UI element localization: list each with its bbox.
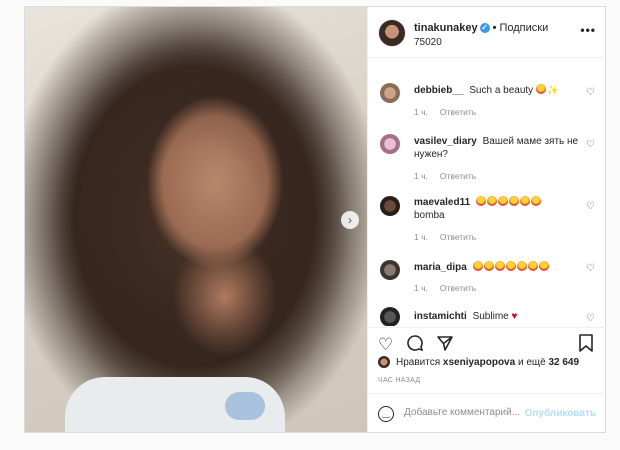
comment-like-icon[interactable]: ♡: [586, 88, 596, 98]
reply-button[interactable]: Ответить: [440, 107, 476, 117]
commenter-avatar[interactable]: [380, 307, 400, 326]
comment-text: Such a beauty: [469, 85, 534, 96]
comment-bubble-icon[interactable]: [406, 334, 424, 357]
post-side-panel: tinakunakey ✓ • Подписки 75020 ••• debbieb_…: [367, 7, 606, 432]
smiling-face-with-heart-eyes-icon: [497, 196, 508, 206]
more-options-icon[interactable]: •••: [580, 23, 596, 37]
sparkles-icon: ✨: [546, 85, 559, 95]
author-avatar[interactable]: [378, 19, 406, 47]
liker-avatar[interactable]: [378, 356, 390, 368]
comment-text: Sublime: [472, 311, 509, 322]
likes-connector: и ещё: [517, 357, 546, 368]
smiling-face-with-heart-eyes-icon: [527, 261, 538, 271]
publish-button[interactable]: Опубликовать: [525, 408, 596, 419]
photo-shading: [25, 27, 367, 432]
liker-username[interactable]: xseniyapopova: [443, 357, 515, 368]
comment-username[interactable]: vasilev_diary: [414, 136, 477, 147]
likes-summary: Нравится xseniyapopova и ещё 32 649: [378, 356, 579, 368]
verified-badge-icon: ✓: [479, 23, 490, 34]
reply-button[interactable]: Ответить: [440, 283, 476, 293]
comment-like-icon[interactable]: ♡: [586, 202, 596, 212]
likes-count[interactable]: 32 649: [548, 357, 579, 368]
smiling-face-with-heart-eyes-icon: [538, 261, 549, 271]
smiling-face-with-heart-eyes-icon: [483, 261, 494, 271]
heart-outline-icon[interactable]: ♡: [378, 335, 393, 355]
commenter-avatar[interactable]: [380, 83, 400, 103]
post-photo[interactable]: ›: [25, 7, 367, 432]
post-header: tinakunakey ✓ • Подписки 75020 •••: [368, 7, 606, 58]
comment-time[interactable]: 1 ч.: [414, 107, 428, 117]
comment-time[interactable]: 1 ч.: [414, 232, 428, 242]
paper-plane-icon[interactable]: [436, 334, 454, 357]
comment-body: vasilev_diary Вашей маме зять не нужен?: [414, 135, 584, 161]
smiling-face-with-heart-eyes-icon: [475, 196, 486, 206]
comment-time[interactable]: 1 ч.: [414, 171, 428, 181]
commenter-avatar[interactable]: [380, 134, 400, 154]
comment-input[interactable]: [404, 407, 530, 418]
post-timestamp[interactable]: ЧАС НАЗАД: [378, 377, 420, 384]
comment-like-icon[interactable]: ♡: [586, 314, 596, 324]
smiling-face-with-heart-eyes-icon: [519, 196, 530, 206]
smiling-face-with-heart-eyes-icon: [494, 261, 505, 271]
smiling-face-with-heart-eyes-icon: [505, 261, 516, 271]
author-username[interactable]: tinakunakey: [414, 22, 478, 34]
red-heart-icon: ♥: [511, 311, 518, 322]
comment-body: maria_dipa: [414, 261, 584, 274]
separator-dot: •: [492, 22, 497, 34]
author-line: tinakunakey ✓ • Подписки: [414, 22, 548, 34]
post-modal: › tinakunakey ✓ • Подписки 75020 ••• debbie…: [24, 6, 606, 433]
likes-prefix: Нравится: [396, 357, 441, 368]
comment-username[interactable]: maevaled11: [414, 197, 470, 208]
comment-body: maevaled11 bomba: [414, 196, 584, 222]
comment-meta: 1 ч. Ответить: [414, 232, 488, 242]
comment-text: bomba: [414, 210, 445, 221]
comment-username[interactable]: instamichti: [414, 311, 467, 322]
smiling-face-with-heart-eyes-icon: [516, 261, 527, 271]
smiling-face-with-heart-eyes-icon: [535, 84, 546, 94]
commenter-avatar[interactable]: [380, 260, 400, 280]
add-comment-bar: ‿ Опубликовать: [368, 393, 606, 433]
comment-username[interactable]: maria_dipa: [414, 262, 467, 273]
comment-username[interactable]: debbieb__: [414, 85, 463, 96]
comment-like-icon[interactable]: ♡: [586, 140, 596, 150]
comment-meta: 1 ч. Ответить: [414, 107, 488, 117]
smiling-face-with-heart-eyes-icon: [508, 196, 519, 206]
commenter-avatar[interactable]: [380, 196, 400, 216]
follow-button[interactable]: Подписки: [499, 22, 548, 34]
comment-like-icon[interactable]: ♡: [586, 264, 596, 274]
comment-meta: 1 ч. Ответить: [414, 171, 488, 181]
comment-body: debbieb__ Such a beauty ✨: [414, 84, 584, 97]
smiley-face-icon[interactable]: ‿: [378, 406, 394, 422]
smiling-face-with-heart-eyes-icon: [530, 196, 541, 206]
comment-time[interactable]: 1 ч.: [414, 283, 428, 293]
comment-body: instamichti Sublime ♥: [414, 310, 584, 323]
reply-button[interactable]: Ответить: [440, 232, 476, 242]
photo-scrunchie: [225, 392, 265, 420]
post-location[interactable]: 75020: [414, 37, 442, 48]
bookmark-icon[interactable]: [578, 334, 594, 357]
next-photo-button[interactable]: ›: [341, 211, 359, 229]
comment-meta: 1 ч. Ответить: [414, 283, 488, 293]
smiling-face-with-heart-eyes-icon: [472, 261, 483, 271]
comments-list[interactable]: debbieb__ Such a beauty ✨ 1 ч. Ответить ♡…: [368, 58, 606, 326]
smiling-face-with-heart-eyes-icon: [486, 196, 497, 206]
reply-button[interactable]: Ответить: [440, 171, 476, 181]
